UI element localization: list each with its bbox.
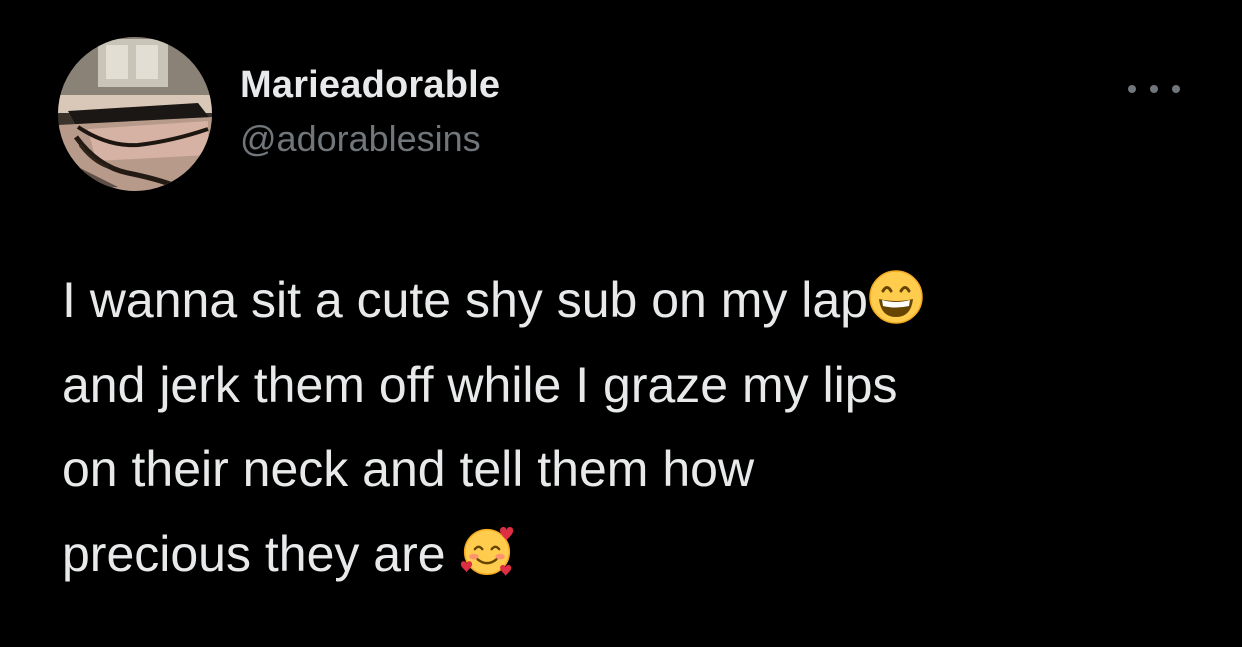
avatar[interactable] — [58, 37, 212, 191]
more-dot — [1128, 85, 1136, 93]
tweet-line: precious they are — [62, 512, 1172, 597]
more-options-icon[interactable] — [1128, 76, 1180, 102]
tweet-line: on their neck and tell them how — [62, 441, 755, 497]
more-dot — [1172, 85, 1180, 93]
tweet-text: I wanna sit a cute shy sub on my lap and… — [62, 258, 1172, 596]
avatar-photo — [58, 37, 212, 191]
smiling-face-with-hearts-emoji-icon — [461, 526, 514, 576]
tweet-line: and jerk them off while I graze my lips — [62, 356, 898, 413]
grinning-face-emoji-icon — [869, 270, 923, 324]
author-display-name[interactable]: Marieadorable — [240, 64, 500, 107]
tweet-card: Marieadorable @adorablesins I wanna sit … — [0, 0, 1242, 647]
tweet-line-text: precious they are — [62, 525, 460, 582]
tweet-line: I wanna sit a cute shy sub on my lap — [62, 258, 1172, 343]
author-handle[interactable]: @adorablesins — [240, 118, 481, 160]
more-dot — [1150, 85, 1158, 93]
tweet-line-text: I wanna sit a cute shy sub on my lap — [62, 272, 868, 328]
